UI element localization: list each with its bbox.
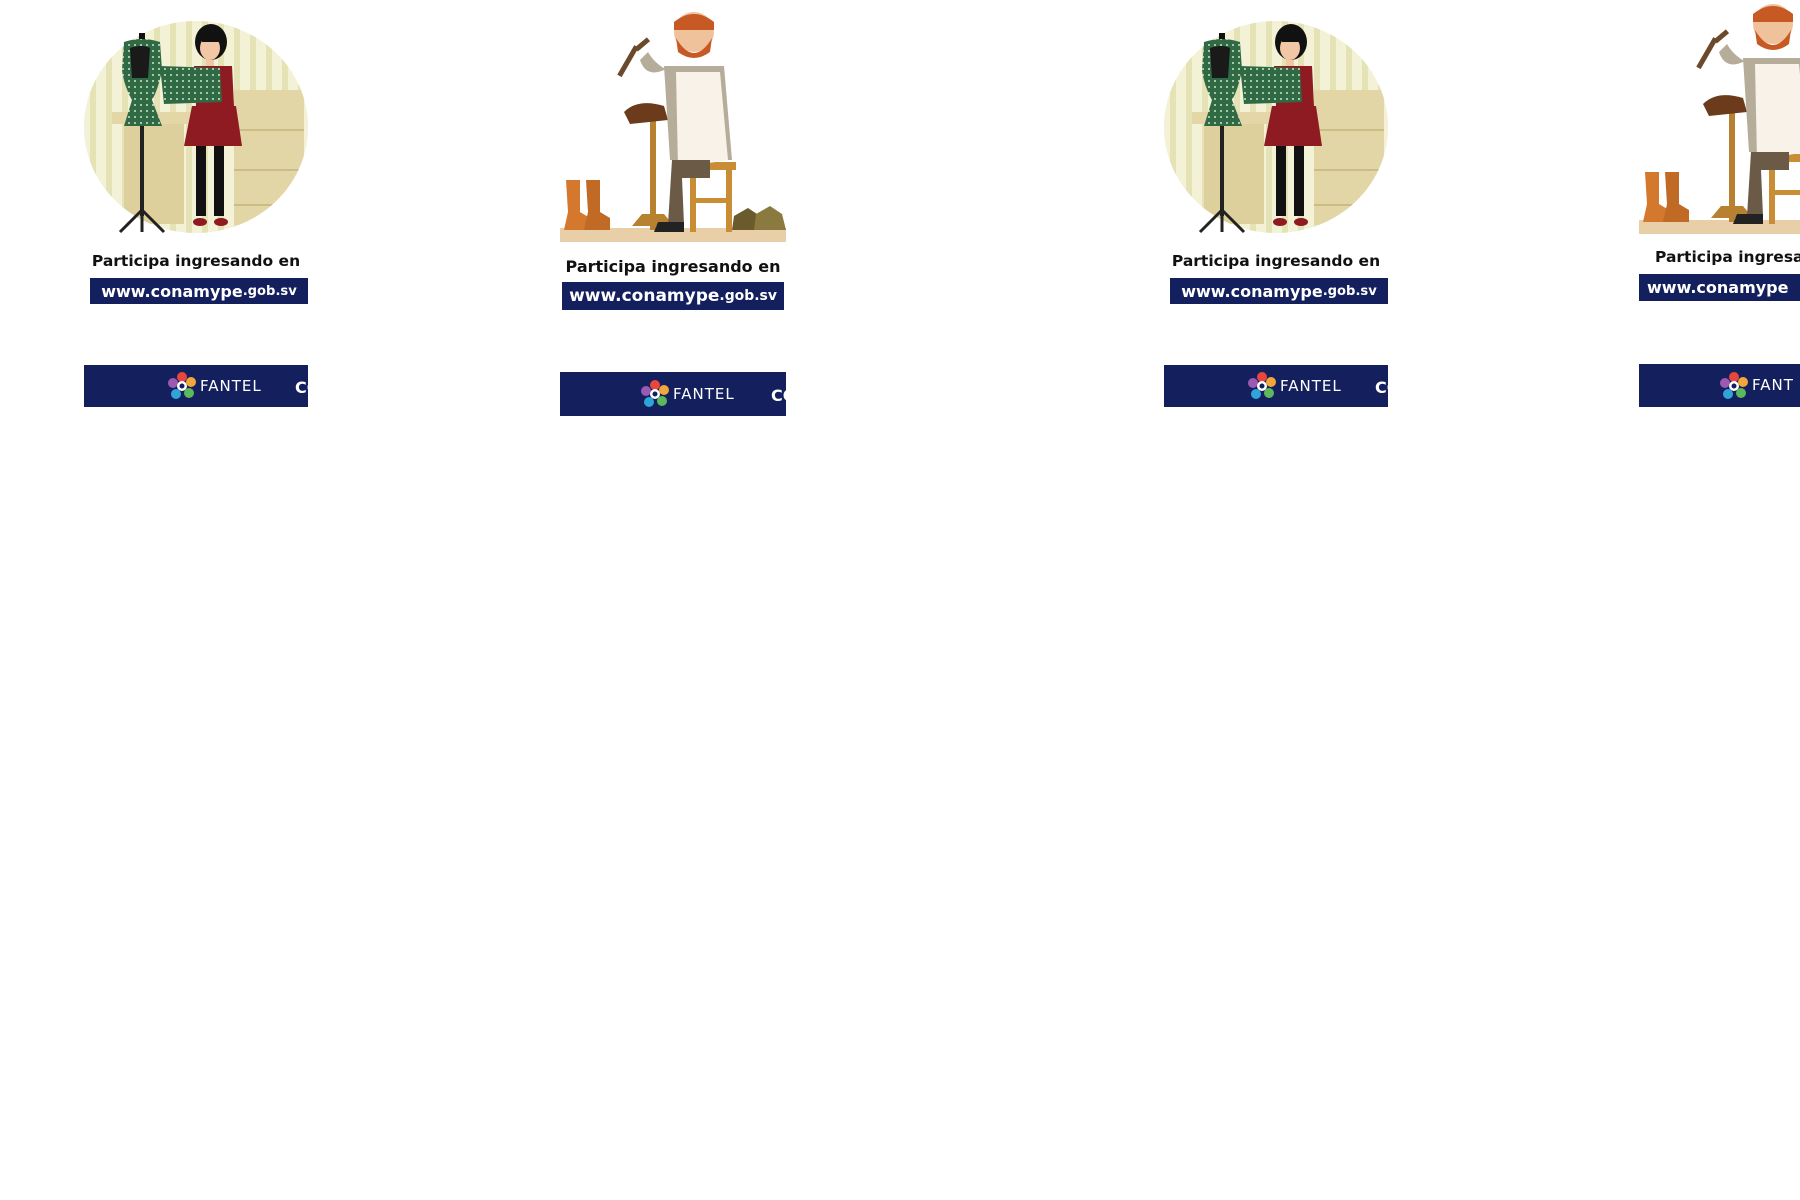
cta-text: Participa ingresando en: [565, 257, 781, 276]
cta-text: Participa ingresando en: [1171, 252, 1381, 270]
url-tld: .gob.sv: [1322, 283, 1377, 299]
url-tld: .gob.sv: [719, 288, 777, 304]
url-tld: .gob.sv: [242, 283, 297, 299]
shoemaker-with-hammer-illustration: [1639, 4, 1800, 234]
website-url[interactable]: www.conamype .gob.sv: [90, 278, 308, 304]
partner-logo-text: CO: [1375, 378, 1388, 397]
brand-bar: FANTEL CO: [84, 365, 308, 407]
banner-4[interactable]: Participa ingresan www.conamype FANT: [1639, 0, 1800, 410]
brand-bar: FANTEL CO: [560, 372, 786, 416]
fantel-flower-icon: [1248, 372, 1276, 399]
fantel-logo-text: FANTEL: [1280, 377, 1342, 395]
website-url[interactable]: www.conamype .gob.sv: [1170, 278, 1388, 304]
website-url[interactable]: www.conamype .gob.sv: [562, 282, 784, 310]
fantel-flower-icon: [1720, 372, 1748, 399]
url-main: www.conamype: [101, 281, 243, 301]
brand-bar: FANTEL CO: [1164, 365, 1388, 407]
url-main: www.conamype: [1181, 281, 1323, 301]
partner-logo-text: CO: [295, 378, 308, 397]
fantel-logo-text: FANT: [1752, 376, 1794, 394]
url-main: www.conamype: [569, 286, 720, 306]
seamstress-with-mannequin-illustration: [1164, 21, 1388, 234]
shoemaker-with-hammer-illustration: [560, 12, 786, 242]
fantel-flower-icon: [168, 372, 196, 399]
seamstress-with-mannequin-illustration: [84, 21, 308, 234]
banner-1[interactable]: Participa ingresando en www.conamype .gob…: [84, 0, 308, 410]
fantel-logo-text: FANTEL: [673, 385, 735, 403]
banner-2[interactable]: Participa ingresando en www.conamype .gob…: [560, 0, 786, 420]
url-main: www.conamype: [1647, 278, 1789, 297]
partner-logo-text: CO: [771, 386, 786, 405]
cta-text: Participa ingresando en: [91, 252, 301, 270]
website-url[interactable]: www.conamype: [1639, 274, 1800, 301]
cta-text: Participa ingresan: [1655, 248, 1800, 266]
brand-bar: FANT: [1639, 364, 1800, 407]
banner-3[interactable]: Participa ingresando en www.conamype .gob…: [1164, 0, 1388, 410]
fantel-flower-icon: [641, 380, 669, 407]
fantel-logo-text: FANTEL: [200, 377, 262, 395]
